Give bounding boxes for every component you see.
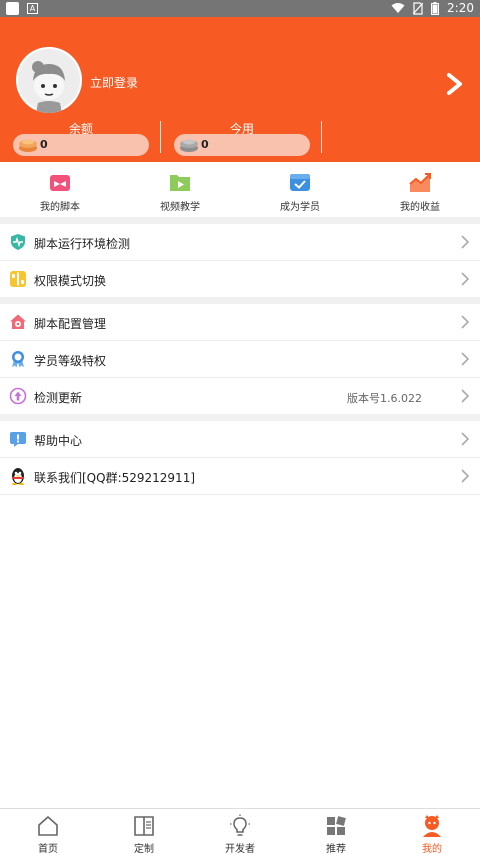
menu-item-label: 检测更新 bbox=[34, 391, 83, 405]
today-value: 0 bbox=[201, 138, 209, 151]
video-folder-icon bbox=[170, 175, 190, 191]
coin-stack-icon bbox=[19, 139, 37, 152]
section-gap bbox=[0, 217, 480, 224]
avatar[interactable] bbox=[16, 47, 82, 113]
profile-icon bbox=[423, 815, 441, 837]
balance-value: 0 bbox=[40, 138, 48, 151]
wifi-icon bbox=[391, 3, 405, 13]
my-scripts-button[interactable]: 我的脚本 bbox=[0, 162, 120, 217]
help-chat-icon bbox=[10, 432, 26, 447]
tab-label: 定制 bbox=[134, 844, 154, 854]
gift-box-icon bbox=[50, 175, 70, 191]
coin-stack-gray-icon bbox=[180, 139, 198, 152]
notification-icon bbox=[6, 2, 19, 15]
chevron-right-icon bbox=[461, 315, 470, 329]
chevron-right-icon bbox=[461, 432, 470, 446]
home-icon bbox=[38, 816, 58, 836]
toggle-icon bbox=[10, 271, 26, 287]
chevron-right-icon bbox=[461, 352, 470, 366]
tab-label: 我的 bbox=[422, 844, 442, 854]
status-bar: A 2:20 bbox=[0, 0, 480, 17]
quick-actions: 我的脚本 视频教学 成为学员 我的收益 bbox=[0, 162, 480, 217]
tab-developer[interactable]: 开发者 bbox=[192, 809, 288, 854]
login-link[interactable]: 立即登录 bbox=[90, 74, 138, 91]
video-tutorial-label: 视频教学 bbox=[160, 202, 200, 213]
menu-item-check-update[interactable]: 检测更新 版本号1.6.022 bbox=[0, 378, 480, 415]
trend-chart-icon bbox=[409, 173, 431, 192]
menu-item-env-check[interactable]: 脚本运行环境检测 bbox=[0, 224, 480, 261]
menu-item-label: 脚本配置管理 bbox=[34, 317, 107, 331]
battery-icon bbox=[431, 1, 440, 15]
my-earnings-label: 我的收益 bbox=[400, 202, 440, 213]
status-time: 2:20 bbox=[447, 1, 474, 15]
menu-item-label: 权限模式切换 bbox=[34, 274, 107, 288]
tab-label: 推荐 bbox=[326, 844, 346, 854]
menu-item-help-center[interactable]: 帮助中心 bbox=[0, 421, 480, 458]
become-student-label: 成为学员 bbox=[280, 202, 320, 213]
tab-custom[interactable]: 定制 bbox=[96, 809, 192, 854]
lightbulb-icon bbox=[230, 814, 250, 836]
shield-pulse-icon bbox=[11, 234, 25, 250]
section-gap bbox=[0, 297, 480, 304]
today-pill: 0 bbox=[174, 134, 310, 156]
become-student-button[interactable]: 成为学员 bbox=[240, 162, 360, 217]
section-gap bbox=[0, 414, 480, 421]
avatar-icon bbox=[16, 47, 82, 113]
bottom-tab-bar: 首页 定制 开发者 推荐 我的 bbox=[0, 808, 480, 854]
grid-icon bbox=[327, 816, 346, 835]
home-config-icon bbox=[10, 314, 26, 329]
menu-item-permission-mode[interactable]: 权限模式切换 bbox=[0, 261, 480, 298]
my-scripts-label: 我的脚本 bbox=[40, 202, 80, 213]
keyboard-icon: A bbox=[27, 3, 38, 14]
qq-penguin-icon bbox=[12, 468, 24, 485]
update-icon bbox=[9, 387, 27, 405]
chevron-right-icon bbox=[461, 469, 470, 483]
profile-header: 立即登录 余额 0 今用 0 bbox=[0, 17, 480, 162]
menu-item-label: 脚本运行环境检测 bbox=[34, 237, 131, 251]
menu-item-label: 学员等级特权 bbox=[34, 354, 107, 368]
menu-item-label: 帮助中心 bbox=[34, 434, 83, 448]
menu-item-student-privileges[interactable]: 学员等级特权 bbox=[0, 341, 480, 378]
tab-home[interactable]: 首页 bbox=[0, 809, 96, 854]
tab-mine[interactable]: 我的 bbox=[384, 809, 480, 854]
medal-icon bbox=[12, 351, 24, 368]
balance-pill: 0 bbox=[13, 134, 149, 156]
divider bbox=[321, 121, 322, 153]
checklist-box-icon bbox=[290, 174, 310, 191]
chevron-right-icon bbox=[461, 389, 470, 403]
divider bbox=[160, 121, 161, 153]
book-icon bbox=[134, 816, 154, 836]
tab-recommend[interactable]: 推荐 bbox=[288, 809, 384, 854]
tab-label: 首页 bbox=[38, 844, 58, 854]
video-tutorial-button[interactable]: 视频教学 bbox=[120, 162, 240, 217]
chevron-right-icon[interactable] bbox=[440, 69, 470, 99]
chevron-right-icon bbox=[461, 272, 470, 286]
chevron-right-icon bbox=[461, 235, 470, 249]
no-sim-icon bbox=[413, 1, 424, 15]
version-label: 版本号1.6.022 bbox=[347, 392, 422, 405]
tab-label: 开发者 bbox=[225, 844, 255, 854]
menu-item-script-config[interactable]: 脚本配置管理 bbox=[0, 304, 480, 341]
menu-item-contact-us[interactable]: 联系我们[QQ群:529212911] bbox=[0, 458, 480, 495]
my-earnings-button[interactable]: 我的收益 bbox=[360, 162, 480, 217]
menu-item-label: 联系我们[QQ群:529212911] bbox=[34, 471, 196, 485]
